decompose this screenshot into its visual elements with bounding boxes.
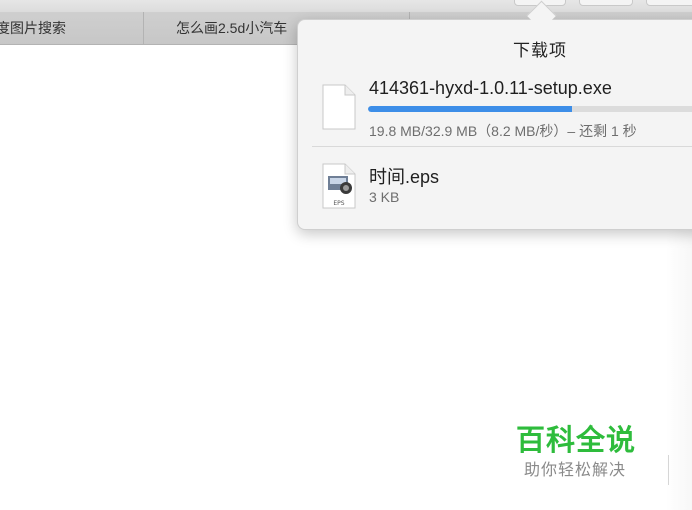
popover-title: 下载项 bbox=[513, 41, 567, 60]
download-progress-bar bbox=[368, 106, 692, 112]
eps-icon-label: EPS bbox=[333, 200, 344, 207]
browser-window: 度图片搜索 怎么画2.5d小汽车 下载项 414361-hyxd-1.0.11-… bbox=[0, 0, 692, 510]
downloads-popover: 下载项 414361-hyxd-1.0.11-setup.exe 19.8 MB… bbox=[297, 19, 692, 230]
toolbar-button[interactable] bbox=[579, 0, 633, 6]
tab-image-search[interactable]: 度图片搜索 bbox=[0, 12, 144, 44]
download-item[interactable]: EPS 时间.eps 3 KB bbox=[298, 157, 692, 211]
item-divider bbox=[312, 146, 692, 147]
download-item[interactable]: 414361-hyxd-1.0.11-setup.exe 19.8 MB/32.… bbox=[298, 76, 692, 146]
file-name: 414361-hyxd-1.0.11-setup.exe bbox=[369, 78, 612, 98]
file-name: 时间.eps bbox=[369, 167, 440, 187]
file-size: 3 KB bbox=[369, 189, 400, 205]
tab-label: 度图片搜索 bbox=[0, 20, 66, 36]
download-progress-fill bbox=[368, 106, 572, 112]
eps-file-icon: EPS bbox=[322, 163, 356, 209]
toolbar-button[interactable] bbox=[646, 0, 692, 6]
watermark-title: 百科全说 bbox=[516, 425, 637, 457]
tab-label: 怎么画2.5d小汽车 bbox=[176, 20, 288, 36]
divider-line bbox=[668, 455, 669, 485]
watermark-subtitle: 助你轻松解决 bbox=[524, 462, 627, 479]
download-status: 19.8 MB/32.9 MB（8.2 MB/秒）– 还剩 1 秒 bbox=[369, 123, 637, 139]
toolbar bbox=[0, 0, 692, 12]
document-icon bbox=[322, 84, 356, 130]
